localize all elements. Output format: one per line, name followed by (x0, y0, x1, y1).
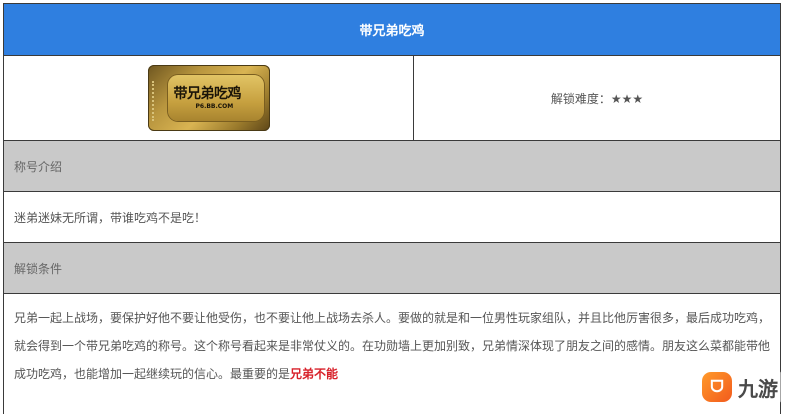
unlock-heading: 解锁条件 (4, 243, 780, 294)
difficulty-cell: 解锁难度：★★★ (414, 56, 780, 140)
unlock-highlight: 兄弟不能 (290, 367, 339, 381)
jiuyou-logo-icon: ᗜ (702, 372, 732, 402)
intro-text: 迷弟迷妹无所谓，带谁吃鸡不是吃！ (4, 192, 780, 243)
difficulty-label: 解锁难度：★★★ (550, 91, 644, 106)
intro-heading: 称号介绍 (4, 141, 780, 192)
title-badge-image: 带兄弟吃鸡 P6.BB.COM (147, 65, 270, 131)
badge-cell: 带兄弟吃鸡 P6.BB.COM (4, 56, 414, 140)
unlock-text-block: 兄弟一起上战场，要保护好他不要让他受伤，也不要让他上战场去杀人。要做的就是和一位… (4, 294, 780, 414)
jiuyou-watermark: ᗜ 九游 (698, 370, 782, 404)
watermark-text: 九游 (738, 376, 778, 401)
title-info-table: 带兄弟吃鸡 带兄弟吃鸡 P6.BB.COM 解锁难度：★★★ 称号介绍 迷弟迷妹… (3, 3, 781, 414)
table-title: 带兄弟吃鸡 (4, 4, 780, 56)
badge-logo-sub: P6.BB.COM (195, 103, 234, 110)
badge-row: 带兄弟吃鸡 P6.BB.COM 解锁难度：★★★ (4, 56, 780, 141)
badge-logo-text: 带兄弟吃鸡 (173, 86, 242, 102)
unlock-text: 兄弟一起上战场，要保护好他不要让他受伤，也不要让他上战场去杀人。要做的就是和一位… (14, 311, 771, 381)
